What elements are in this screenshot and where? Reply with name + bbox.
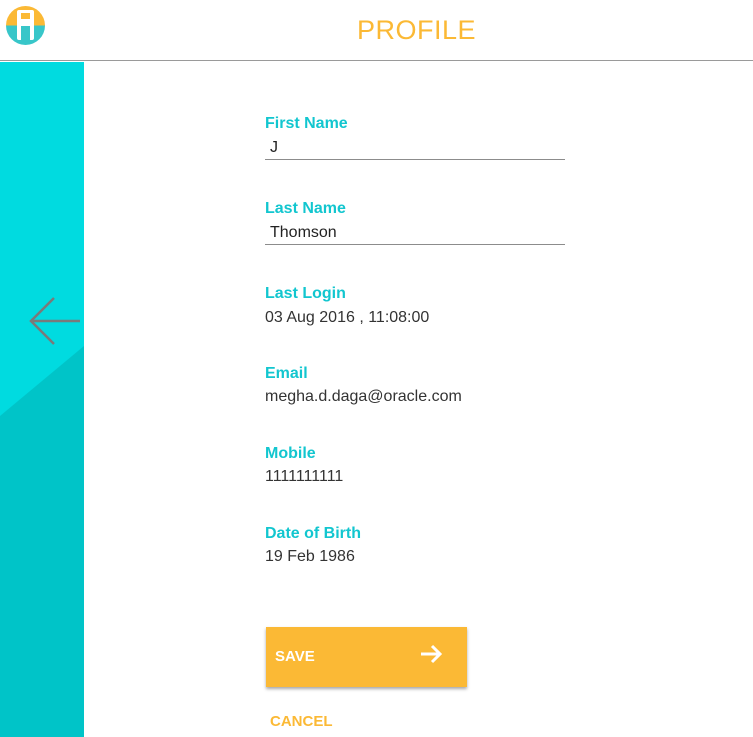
- email-value: megha.d.daga@oracle.com: [265, 388, 462, 405]
- arrow-right-icon: [421, 644, 443, 664]
- mobile-value: 1111111111: [265, 468, 344, 485]
- sidebar-shade: [0, 346, 84, 737]
- save-button-label: SAVE: [275, 648, 315, 665]
- last-name-field[interactable]: [265, 221, 565, 245]
- sidebar: [0, 62, 84, 737]
- last-name-label: Last Name: [265, 200, 346, 217]
- last-login-value: 03 Aug 2016 , 11:08:00: [265, 309, 430, 326]
- mobile-label: Mobile: [265, 445, 316, 462]
- dob-value: 19 Feb 1986: [265, 548, 355, 565]
- cancel-button[interactable]: CANCEL: [270, 713, 333, 730]
- last-login-label: Last Login: [265, 285, 346, 302]
- arrow-left-icon[interactable]: [28, 296, 82, 346]
- email-label: Email: [265, 365, 308, 382]
- save-button[interactable]: SAVE: [266, 627, 467, 687]
- first-name-label: First Name: [265, 115, 348, 132]
- page-title: PROFILE: [356, 15, 477, 45]
- app-header: PROFILE: [0, 0, 753, 61]
- first-name-field[interactable]: [265, 136, 565, 160]
- dob-label: Date of Birth: [265, 525, 361, 542]
